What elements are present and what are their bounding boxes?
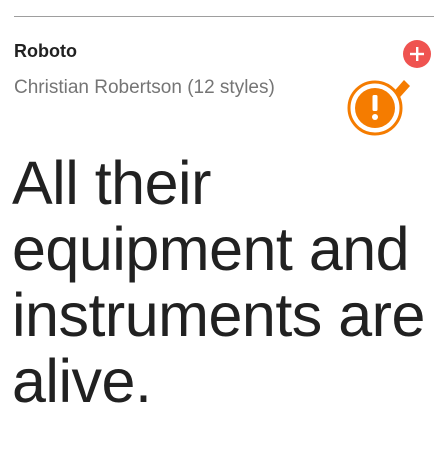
add-font-button[interactable] [403,40,431,68]
exclamation-badge-icon [347,80,410,136]
font-family-name: Roboto [14,41,77,61]
font-sample-text: All their equipment and instruments are … [12,149,425,415]
alert-badge[interactable] [346,72,414,140]
designer-and-styles-count: Christian Robertson (12 styles) [14,77,275,98]
plus-icon [410,47,424,61]
top-divider [14,16,434,17]
